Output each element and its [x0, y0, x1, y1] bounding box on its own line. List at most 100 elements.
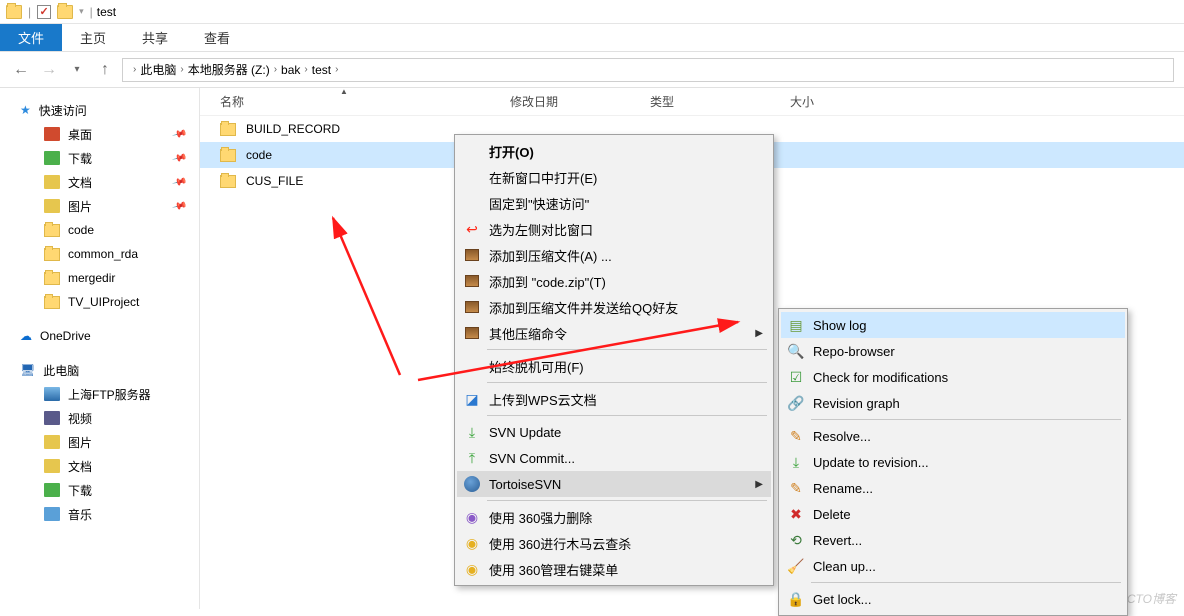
menu-svn-update[interactable]: ⤓SVN Update	[457, 419, 771, 445]
back-button[interactable]: ←	[10, 59, 32, 81]
sidebar-documents[interactable]: 文档📌	[0, 170, 199, 194]
sidebar-mergedir[interactable]: mergedir	[0, 266, 199, 290]
wps-icon: ◪	[463, 390, 481, 408]
sidebar-item-label: 音乐	[68, 506, 92, 523]
menu-360-trojan-scan[interactable]: ◉使用 360进行木马云查杀	[457, 530, 771, 556]
chevron-right-icon[interactable]: ›	[274, 64, 277, 75]
sidebar-item-label: 下载	[68, 482, 92, 499]
sidebar-tv-uiproject[interactable]: TV_UIProject	[0, 290, 199, 314]
menu-item-label: Show log	[813, 318, 866, 333]
archive-icon	[463, 324, 481, 342]
chevron-right-icon[interactable]: ›	[133, 64, 136, 75]
up-button[interactable]: ↑	[94, 59, 116, 81]
submenu-revision-graph[interactable]: 🔗Revision graph	[781, 390, 1125, 416]
chevron-right-icon[interactable]: ›	[304, 64, 307, 75]
submenu-revert[interactable]: ⟲Revert...	[781, 527, 1125, 553]
menu-upload-wps[interactable]: ◪上传到WPS云文档	[457, 386, 771, 412]
menu-separator	[487, 500, 767, 501]
pin-icon: 📌	[171, 198, 187, 214]
sidebar-videos[interactable]: 视频	[0, 406, 199, 430]
tab-file[interactable]: 文件	[0, 24, 62, 51]
column-label: 名称	[220, 95, 244, 109]
chevron-right-icon: ▶	[755, 328, 763, 339]
sidebar-pictures2[interactable]: 图片	[0, 430, 199, 454]
breadcrumb-test[interactable]: test	[312, 63, 331, 77]
menu-item-label: 添加到压缩文件(A) ...	[489, 246, 612, 265]
forward-button[interactable]: →	[38, 59, 60, 81]
sidebar-pictures[interactable]: 图片📌	[0, 194, 199, 218]
menu-compare-left[interactable]: ↩选为左侧对比窗口	[457, 216, 771, 242]
sidebar-onedrive[interactable]: ☁OneDrive	[0, 324, 199, 348]
sidebar-downloads[interactable]: 下载📌	[0, 146, 199, 170]
menu-tortoisesvn[interactable]: TortoiseSVN▶	[457, 471, 771, 497]
rename-icon: ✎	[787, 479, 805, 497]
column-date[interactable]: 修改日期	[510, 93, 650, 110]
submenu-update-revision[interactable]: ⤓Update to revision...	[781, 449, 1125, 475]
address-bar[interactable]: › 此电脑 › 本地服务器 (Z:) › bak › test ›	[122, 58, 1174, 82]
properties-checkbox-icon[interactable]: ✓	[37, 5, 51, 19]
chevron-right-icon[interactable]: ›	[335, 64, 338, 75]
tab-home[interactable]: 主页	[62, 24, 124, 51]
menu-pin-quick-access[interactable]: 固定到"快速访问"	[457, 190, 771, 216]
submenu-resolve[interactable]: ✎Resolve...	[781, 423, 1125, 449]
submenu-rename[interactable]: ✎ Rename...	[781, 475, 1125, 501]
breadcrumb-drive[interactable]: 本地服务器 (Z:)	[188, 61, 270, 78]
menu-offline-available[interactable]: 始终脱机可用(F)	[457, 353, 771, 379]
desktop-icon	[44, 127, 60, 141]
360-icon: ◉	[463, 534, 481, 552]
lock-icon: 🔒	[787, 590, 805, 608]
documents-icon	[44, 175, 60, 189]
sidebar-downloads2[interactable]: 下载	[0, 478, 199, 502]
menu-360-context-manage[interactable]: ◉使用 360管理右键菜单	[457, 556, 771, 582]
submenu-show-log[interactable]: ▤ Show log	[781, 312, 1125, 338]
breadcrumb-root[interactable]: 此电脑	[140, 61, 176, 78]
submenu-cleanup[interactable]: 🧹Clean up...	[781, 553, 1125, 579]
sidebar-desktop[interactable]: 桌面📌	[0, 122, 199, 146]
sidebar-common-rda[interactable]: common_rda	[0, 242, 199, 266]
titlebar: | ✓ ▾ | test	[0, 0, 1184, 24]
submenu-get-lock[interactable]: 🔒Get lock...	[781, 586, 1125, 612]
chevron-down-icon[interactable]: ▾	[79, 6, 84, 17]
folder-icon	[44, 272, 60, 285]
menu-open[interactable]: 打开(O)	[457, 138, 771, 164]
menu-separator	[487, 382, 767, 383]
menu-item-label: 其他压缩命令	[489, 324, 567, 343]
menu-360-force-delete[interactable]: ◉使用 360强力删除	[457, 504, 771, 530]
menu-item-label: 添加到压缩文件并发送给QQ好友	[489, 298, 678, 317]
breadcrumb-bak[interactable]: bak	[281, 63, 300, 77]
column-size[interactable]: 大小	[790, 93, 814, 110]
onedrive-icon: ☁	[20, 329, 32, 343]
pin-icon: 📌	[171, 150, 187, 166]
menu-add-send-qq[interactable]: 添加到压缩文件并发送给QQ好友	[457, 294, 771, 320]
menu-item-label: Rename...	[813, 481, 873, 496]
menu-other-compress[interactable]: 其他压缩命令 ▶	[457, 320, 771, 346]
submenu-delete[interactable]: ✖Delete	[781, 501, 1125, 527]
menu-svn-commit[interactable]: ⤒SVN Commit...	[457, 445, 771, 471]
recent-dropdown-icon[interactable]: ▾	[66, 59, 88, 81]
menu-add-codezip[interactable]: 添加到 "code.zip"(T)	[457, 268, 771, 294]
chevron-right-icon[interactable]: ›	[180, 64, 183, 75]
sidebar-quick-access[interactable]: ★快速访问	[0, 98, 199, 122]
menu-add-archive[interactable]: 添加到压缩文件(A) ...	[457, 242, 771, 268]
tab-view[interactable]: 查看	[186, 24, 248, 51]
column-type[interactable]: 类型	[650, 93, 790, 110]
log-icon: ▤	[787, 316, 805, 334]
sidebar-item-label: 桌面	[68, 126, 92, 143]
folder-icon	[220, 175, 236, 188]
separator: |	[90, 5, 93, 19]
tab-share[interactable]: 共享	[124, 24, 186, 51]
sidebar-documents2[interactable]: 文档	[0, 454, 199, 478]
submenu-check-modifications[interactable]: ☑Check for modifications	[781, 364, 1125, 390]
sidebar-this-pc[interactable]: 🖥此电脑	[0, 358, 199, 382]
folder-icon	[220, 123, 236, 136]
sidebar-code[interactable]: code	[0, 218, 199, 242]
sidebar-music[interactable]: 音乐	[0, 502, 199, 526]
menu-open-new-window[interactable]: 在新窗口中打开(E)	[457, 164, 771, 190]
cleanup-icon: 🧹	[787, 557, 805, 575]
star-icon: ★	[20, 103, 31, 117]
submenu-repo-browser[interactable]: 🔍Repo-browser	[781, 338, 1125, 364]
delete-icon: ✖	[787, 505, 805, 523]
sidebar-shanghai-ftp[interactable]: 上海FTP服务器	[0, 382, 199, 406]
column-headers[interactable]: 名称▲ 修改日期 类型 大小	[200, 88, 1184, 116]
column-name[interactable]: 名称▲	[220, 93, 510, 110]
